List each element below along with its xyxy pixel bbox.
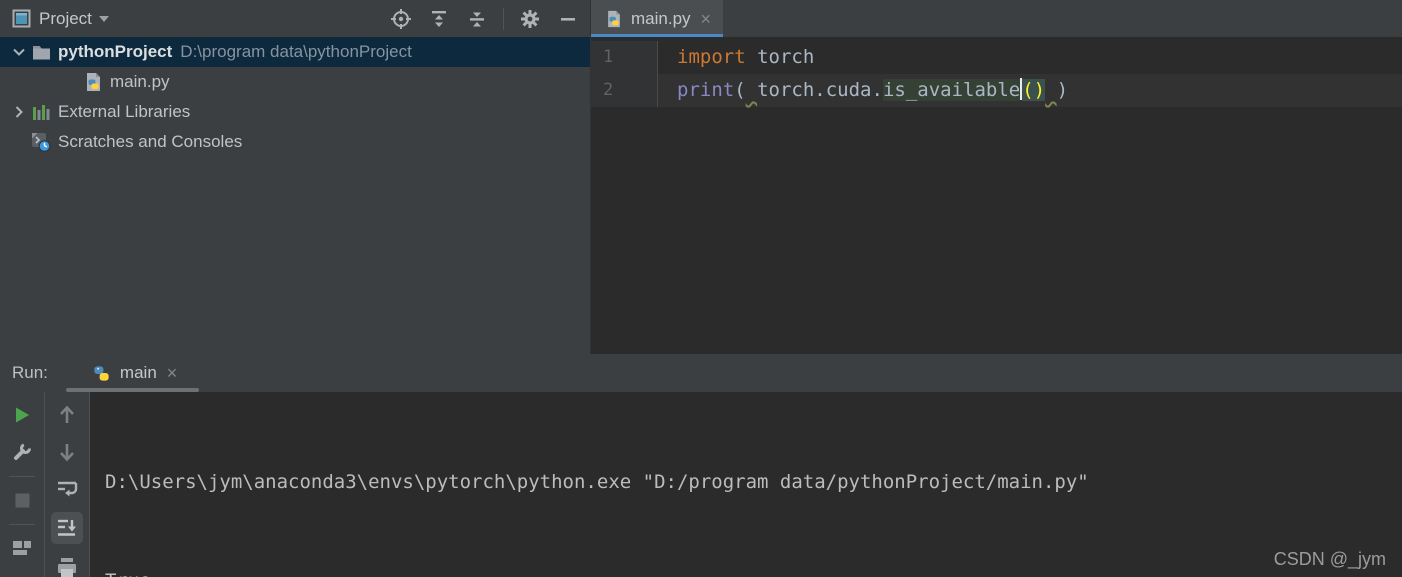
scroll-to-end-button[interactable] [51, 512, 83, 544]
run-panel-header: Run: main × [0, 354, 1402, 392]
space-warning [746, 79, 757, 101]
console-line: True [105, 565, 1402, 577]
python-file-icon [608, 10, 620, 27]
stop-icon [15, 493, 29, 507]
toolbar-separator [503, 7, 504, 30]
soft-wrap-icon [58, 481, 78, 497]
tree-file-name: main.py [110, 72, 170, 91]
code-text-line-2: print( torch.cuda.is_available() ) [658, 74, 1068, 107]
csdn-watermark: CSDN @_jym [1273, 549, 1386, 569]
run-label: Run: [12, 363, 48, 382]
active-tab-underline [591, 34, 724, 37]
tree-row-scratches[interactable]: Scratches and Consoles [0, 127, 590, 157]
identifier-under-caret: is_available [882, 79, 1021, 101]
plain-token: torch.cuda. [757, 79, 883, 101]
console-line: D:\Users\jym\anaconda3\envs\pytorch\pyth… [105, 471, 1089, 493]
prev-occurrence-button[interactable] [53, 401, 81, 429]
plain-token: torch [745, 46, 815, 68]
arrow-down-icon [60, 444, 74, 462]
rerun-button[interactable] [8, 401, 36, 429]
expand-all-icon [432, 10, 446, 27]
chevron-down-icon[interactable] [98, 15, 110, 23]
soft-wrap-button[interactable] [53, 475, 81, 503]
stop-button[interactable] [8, 486, 36, 514]
arrow-up-icon [60, 405, 74, 423]
code-line-2[interactable]: 2 print( torch.cuda.is_available() ) [591, 74, 1402, 107]
minus-icon [561, 17, 575, 21]
wrench-icon [14, 443, 31, 460]
tree-external-libraries-label: External Libraries [58, 102, 191, 121]
paren-token: ( [734, 79, 746, 101]
run-tab-label: main [119, 363, 157, 382]
tree-scratches-label: Scratches and Consoles [58, 132, 243, 151]
scratches-icon [30, 132, 52, 152]
collapse-all-icon [470, 12, 484, 26]
project-tree: pythonProject D:\program data\pythonProj… [0, 37, 590, 157]
run-tab-main[interactable]: main × [65, 354, 200, 392]
run-panel-body: D:\Users\jym\anaconda3\envs\pytorch\pyth… [0, 392, 1402, 577]
scroll-to-end-icon [58, 519, 76, 536]
line-number: 1 [591, 41, 658, 74]
toolbar-separator [9, 524, 35, 525]
restore-layout-button[interactable] [8, 534, 36, 562]
tree-row-python-project[interactable]: pythonProject D:\program data\pythonProj… [0, 37, 590, 67]
keyword-token: import [677, 46, 746, 68]
editor-area: main.py × 1 import torch 2 print( torch.… [590, 0, 1402, 354]
settings-button[interactable] [518, 7, 542, 31]
space-warning [1045, 79, 1056, 101]
pycharm-window: Project pythonProject D:\program data\py… [0, 0, 1402, 577]
matched-braces: () [1022, 79, 1046, 101]
project-panel-icon [12, 9, 31, 28]
next-occurrence-button[interactable] [53, 438, 81, 466]
builtin-token: print [677, 79, 735, 101]
console-toolbar [45, 392, 90, 577]
editor-tab-strip: main.py × [591, 0, 1402, 37]
close-run-tab-icon[interactable]: × [167, 364, 178, 382]
folder-icon [30, 44, 52, 60]
code-line-1[interactable]: 1 import torch [591, 41, 1402, 74]
collapse-all-button[interactable] [465, 7, 489, 31]
code-editor[interactable]: 1 import torch 2 print( torch.cuda.is_av… [591, 37, 1402, 354]
tree-row-external-libraries[interactable]: External Libraries [0, 97, 590, 127]
libraries-icon [30, 104, 52, 121]
python-file-icon [82, 72, 104, 92]
close-tab-icon[interactable]: × [701, 10, 712, 28]
printer-icon [58, 558, 76, 577]
editor-tab-main-py[interactable]: main.py × [591, 0, 724, 37]
target-icon [391, 8, 411, 29]
top-region: Project pythonProject D:\program data\py… [0, 0, 1402, 354]
expanded-chevron-icon[interactable] [8, 48, 30, 56]
locate-file-button[interactable] [389, 7, 413, 31]
toolbar-separator [9, 476, 35, 477]
print-console-button[interactable] [53, 553, 81, 577]
hide-panel-button[interactable] [556, 7, 580, 31]
project-panel-header: Project [0, 0, 590, 37]
project-panel-title: Project [39, 8, 92, 28]
project-tool-window: Project pythonProject D:\program data\py… [0, 0, 590, 354]
code-text-line-1: import torch [658, 41, 814, 74]
run-tool-window: Run: main × D:\Users\jym\anaconda3\envs\… [0, 354, 1402, 577]
run-console-output[interactable]: D:\Users\jym\anaconda3\envs\pytorch\pyth… [90, 392, 1402, 577]
project-root-name: pythonProject [58, 42, 173, 61]
run-tab-underline [65, 388, 200, 392]
project-root-path: D:\program data\pythonProject [180, 42, 412, 61]
python-logo-icon [94, 365, 109, 381]
collapsed-chevron-icon[interactable] [8, 106, 30, 118]
play-icon [16, 407, 29, 423]
layout-icon [13, 541, 31, 555]
expand-all-button[interactable] [427, 7, 451, 31]
run-toolbar [0, 392, 45, 577]
line-number: 2 [591, 74, 658, 107]
run-settings-button[interactable] [8, 438, 36, 466]
paren-token: ) [1056, 79, 1069, 101]
gear-icon [521, 9, 539, 28]
tree-row-main-py[interactable]: main.py [0, 67, 590, 97]
editor-tab-label: main.py [631, 8, 691, 28]
